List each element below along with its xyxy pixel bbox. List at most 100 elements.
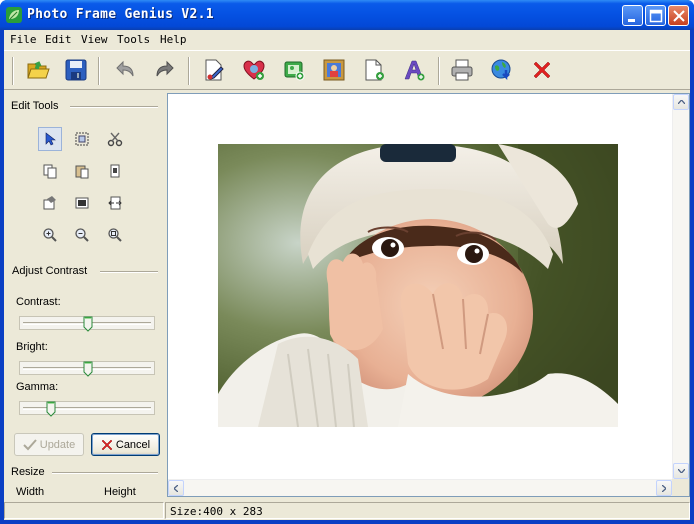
toolbar-separator bbox=[12, 57, 14, 85]
undo-button[interactable] bbox=[110, 55, 140, 85]
print-button[interactable] bbox=[447, 55, 477, 85]
crop-tool[interactable] bbox=[103, 159, 127, 183]
pointer-tool[interactable] bbox=[38, 127, 62, 151]
flip-tool[interactable] bbox=[70, 191, 94, 215]
scroll-down-button[interactable] bbox=[673, 463, 689, 479]
status-cell-size: Size:400 x 283 bbox=[165, 502, 690, 519]
update-button[interactable]: Update bbox=[14, 433, 84, 456]
menu-file[interactable]: File bbox=[10, 33, 37, 46]
title-bar[interactable]: Photo Frame Genius V2.1 bbox=[0, 0, 694, 30]
bright-slider[interactable] bbox=[19, 361, 155, 377]
web-update-button[interactable] bbox=[487, 55, 517, 85]
maximize-button[interactable] bbox=[645, 5, 666, 26]
resize-icon bbox=[108, 196, 122, 210]
contrast-slider[interactable] bbox=[19, 316, 155, 332]
adjust-contrast-heading: Adjust Contrast bbox=[12, 265, 88, 277]
zoom-in-tool[interactable] bbox=[38, 223, 62, 247]
undo-icon bbox=[116, 60, 134, 77]
divider bbox=[52, 472, 158, 474]
photo-canvas[interactable] bbox=[218, 144, 618, 427]
print-icon bbox=[451, 59, 473, 81]
image-size-status: Size:400 x 283 bbox=[170, 505, 263, 518]
cancel-button[interactable]: Cancel bbox=[91, 433, 160, 456]
update-button-label: Update bbox=[39, 438, 76, 451]
crop-icon bbox=[110, 164, 120, 178]
scroll-up-button[interactable] bbox=[673, 94, 689, 110]
edit-tools-heading: Edit Tools bbox=[11, 100, 59, 112]
add-image-button[interactable] bbox=[279, 55, 309, 85]
menu-tools[interactable]: Tools bbox=[117, 33, 150, 46]
contrast-label: Contrast: bbox=[16, 296, 61, 308]
select-tool[interactable] bbox=[70, 127, 94, 151]
gamma-label: Gamma: bbox=[16, 381, 59, 393]
heart-frame-icon bbox=[243, 60, 265, 80]
minimize-button[interactable] bbox=[622, 5, 643, 26]
chevron-down-icon bbox=[677, 469, 685, 473]
edit-document-icon bbox=[205, 59, 224, 81]
paste-tool[interactable] bbox=[70, 159, 94, 183]
toolbar-separator bbox=[98, 57, 100, 85]
add-text-button[interactable] bbox=[399, 55, 429, 85]
toolbar-separator bbox=[188, 57, 190, 85]
height-label: Height bbox=[104, 486, 136, 498]
app-leaf-icon bbox=[6, 7, 22, 23]
divider bbox=[100, 271, 158, 273]
resize-heading: Resize bbox=[11, 466, 45, 478]
menu-tools-label: Tools bbox=[117, 33, 151, 46]
menu-file-label: File bbox=[10, 33, 37, 46]
horizontal-scrollbar[interactable] bbox=[168, 479, 672, 496]
cut-tool[interactable] bbox=[103, 127, 127, 151]
copy-icon bbox=[43, 164, 57, 179]
heart-frame-button[interactable] bbox=[239, 55, 269, 85]
toolbar-separator bbox=[438, 57, 440, 85]
add-text-icon bbox=[404, 60, 425, 81]
gamma-slider-thumb[interactable] bbox=[46, 401, 56, 417]
paste-icon bbox=[75, 165, 89, 179]
edit-document-button[interactable] bbox=[199, 55, 229, 85]
scroll-left-button[interactable] bbox=[168, 480, 184, 496]
zoom-fit-tool[interactable] bbox=[103, 223, 127, 247]
new-page-button[interactable] bbox=[359, 55, 389, 85]
menu-view[interactable]: View bbox=[81, 33, 108, 46]
menu-edit-label: Edit bbox=[45, 33, 72, 46]
menu-edit[interactable]: Edit bbox=[45, 33, 72, 46]
new-page-icon bbox=[365, 59, 384, 81]
status-bar: Size:400 x 283 bbox=[4, 500, 690, 520]
rotate-tool[interactable] bbox=[38, 191, 62, 215]
close-icon bbox=[673, 10, 685, 22]
vertical-scrollbar[interactable] bbox=[672, 94, 689, 479]
bright-slider-thumb[interactable] bbox=[83, 361, 93, 377]
zoom-fit-icon bbox=[108, 228, 122, 242]
chevron-left-icon bbox=[174, 484, 178, 492]
scroll-right-button[interactable] bbox=[656, 480, 672, 496]
redo-button[interactable] bbox=[150, 55, 180, 85]
baby-photo-image bbox=[218, 144, 618, 427]
main-toolbar bbox=[4, 50, 690, 90]
contrast-slider-thumb[interactable] bbox=[83, 316, 93, 332]
select-rect-icon bbox=[75, 132, 89, 146]
rotate-icon bbox=[43, 196, 56, 210]
zoom-in-icon bbox=[43, 228, 57, 242]
save-button[interactable] bbox=[61, 55, 91, 85]
copy-tool[interactable] bbox=[38, 159, 62, 183]
close-button[interactable] bbox=[668, 5, 689, 26]
checkmark-icon bbox=[23, 438, 37, 450]
minimize-icon bbox=[628, 19, 635, 22]
gamma-slider[interactable] bbox=[19, 401, 155, 417]
chevron-right-icon bbox=[662, 484, 666, 492]
app-window: Photo Frame Genius V2.1 File Edit View T… bbox=[0, 0, 694, 524]
chevron-up-icon bbox=[677, 100, 685, 104]
menu-help[interactable]: Help bbox=[160, 33, 187, 46]
picture-frame-icon bbox=[323, 59, 345, 81]
pointer-icon bbox=[45, 132, 56, 146]
resize-tool[interactable] bbox=[103, 191, 127, 215]
open-button[interactable] bbox=[23, 55, 53, 85]
scrollbar-corner bbox=[672, 479, 689, 496]
zoom-out-tool[interactable] bbox=[70, 223, 94, 247]
redo-icon bbox=[156, 60, 174, 77]
resize-fields-clip: Width Height bbox=[4, 483, 164, 498]
picture-frame-button[interactable] bbox=[319, 55, 349, 85]
delete-button[interactable] bbox=[527, 55, 557, 85]
maximize-icon bbox=[649, 9, 663, 23]
canvas-view[interactable] bbox=[167, 93, 690, 497]
